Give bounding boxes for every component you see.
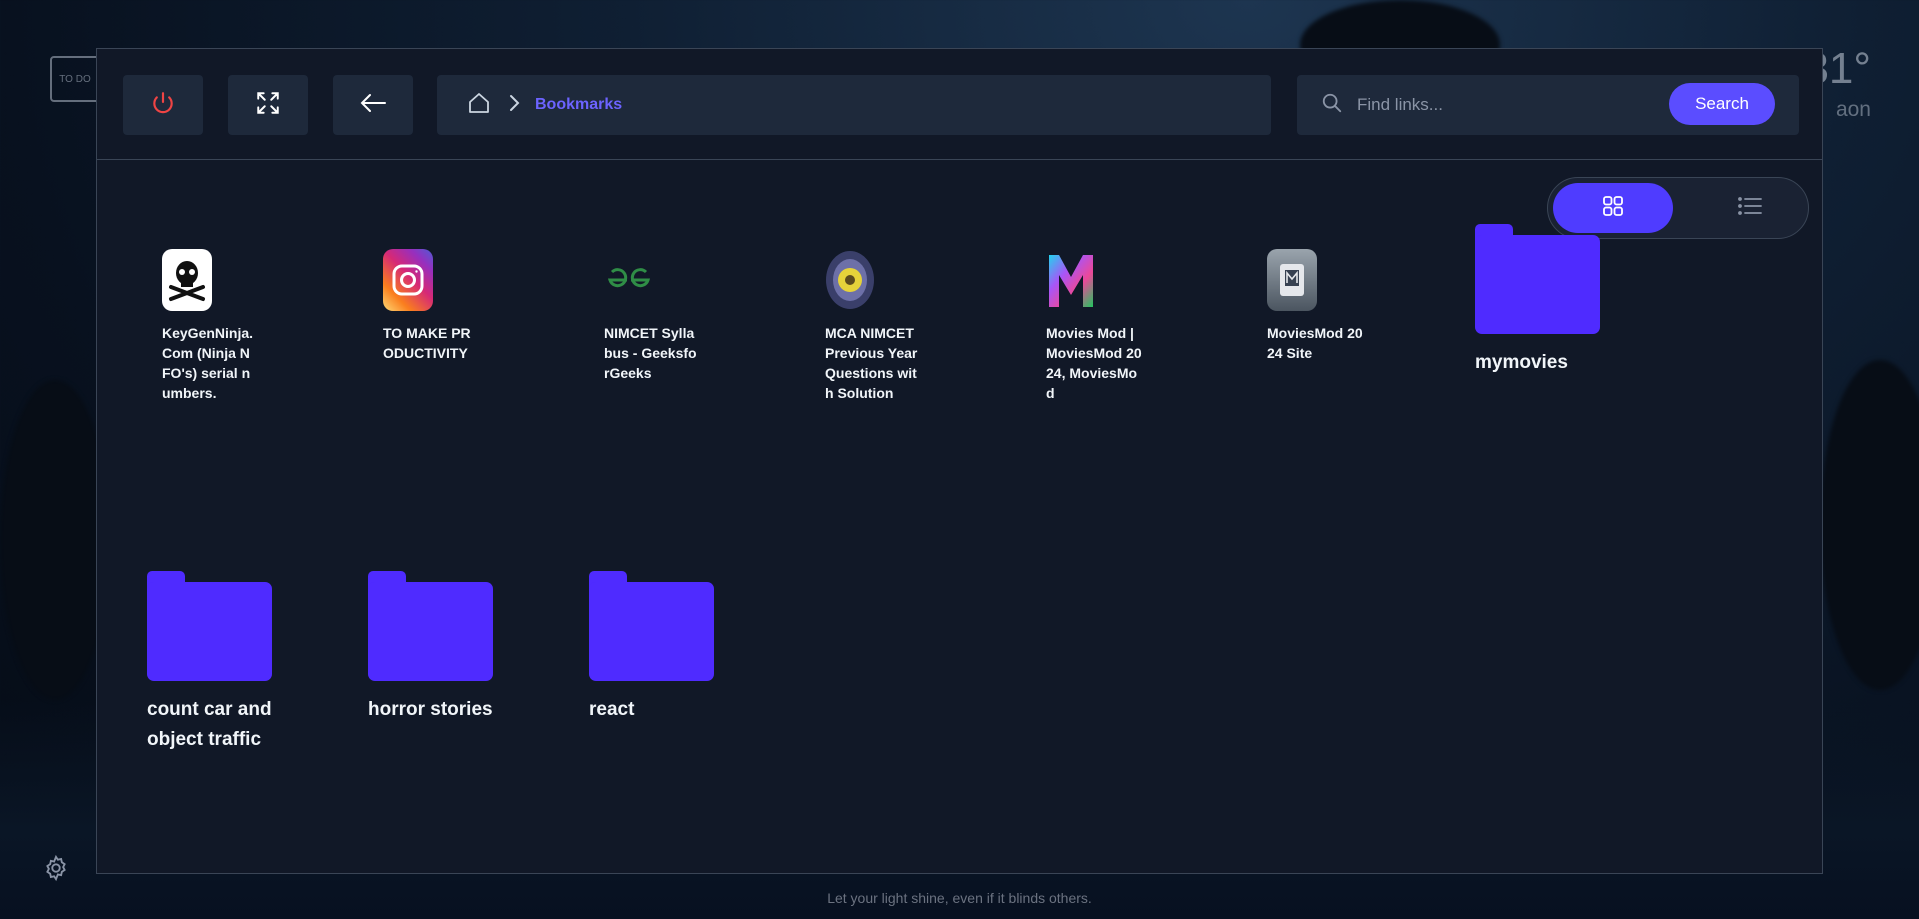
search-icon (1321, 92, 1343, 119)
folder-item[interactable]: horror stories (368, 571, 508, 725)
background-tree-silhouette (1820, 360, 1919, 690)
top-toolbar: Bookmarks Search (97, 49, 1822, 160)
bookmark-manager-window: Bookmarks Search (96, 48, 1823, 874)
bookmark-label: Movies Mod | MoviesMod 2024, MoviesMod (1046, 325, 1142, 401)
search-input[interactable] (1355, 94, 1659, 116)
folder-icon (368, 571, 493, 681)
folder-label: count car and object traffic (147, 699, 272, 750)
search-button[interactable]: Search (1669, 83, 1775, 125)
bookmark-item[interactable]: NIMCET Syllabus - GeeksforGeeks (604, 249, 704, 383)
folder-label: horror stories (368, 699, 493, 720)
background-tree-silhouette (0, 380, 110, 700)
bookmark-item[interactable]: TO MAKE PRODUCTIVITY (383, 249, 483, 363)
folder-label: react (589, 699, 635, 720)
bookmark-item[interactable]: MoviesMod 2024 Site (1267, 249, 1367, 363)
m-logo-icon (1046, 249, 1096, 311)
chevron-right-icon (507, 93, 521, 118)
bookmark-item[interactable]: KeyGenNinja.Com (Ninja NFO's) serial num… (162, 249, 262, 403)
instagram-icon (383, 249, 433, 311)
fullscreen-button[interactable] (228, 75, 308, 135)
folder-icon (147, 571, 272, 681)
list-icon (1737, 195, 1763, 222)
geeksforgeeks-icon (604, 249, 654, 311)
grid-icon (1601, 194, 1625, 223)
todo-widget[interactable]: TO DO (50, 56, 100, 102)
home-icon[interactable] (467, 91, 491, 120)
folder-item[interactable]: mymovies (1475, 224, 1615, 378)
power-icon (150, 90, 176, 121)
folder-label: mymovies (1475, 352, 1568, 373)
weather-location: aon (1835, 98, 1871, 121)
bookmark-label: MCA NIMCET Previous Year Questions with … (825, 325, 918, 401)
expand-icon (255, 90, 281, 121)
back-button[interactable] (333, 75, 413, 135)
bookmark-item[interactable]: Movies Mod | MoviesMod 2024, MoviesMod (1046, 249, 1146, 403)
arrow-left-icon (358, 91, 388, 120)
power-button[interactable] (123, 75, 203, 135)
bookmark-label: NIMCET Syllabus - GeeksforGeeks (604, 325, 697, 381)
emblem-icon (825, 249, 875, 311)
bookmark-label: KeyGenNinja.Com (Ninja NFO's) serial num… (162, 325, 254, 401)
bookmark-label: MoviesMod 2024 Site (1267, 325, 1363, 361)
footer-quote: Let your light shine, even if it blinds … (827, 890, 1092, 906)
search-box: Search (1297, 75, 1799, 135)
bookmark-item[interactable]: MCA NIMCET Previous Year Questions with … (825, 249, 925, 403)
settings-gear-icon[interactable] (42, 854, 70, 882)
folder-item[interactable]: count car and object traffic (147, 571, 287, 755)
breadcrumb-current[interactable]: Bookmarks (535, 96, 622, 114)
folder-icon (1475, 224, 1600, 334)
list-view-button[interactable] (1698, 183, 1802, 233)
breadcrumb: Bookmarks (437, 75, 1271, 135)
bookmark-label: TO MAKE PRODUCTIVITY (383, 325, 471, 361)
skull-crossbones-icon (162, 249, 212, 311)
app-tile-icon (1267, 249, 1317, 311)
folder-icon (589, 571, 714, 681)
folder-item[interactable]: react (589, 571, 729, 725)
